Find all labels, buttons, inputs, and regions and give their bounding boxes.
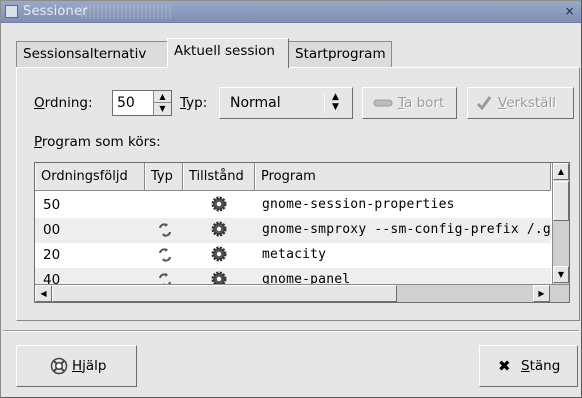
restart-icon [157,272,173,284]
order-spinbutton[interactable]: 50 ▲ ▼ [112,90,172,116]
order-value[interactable]: 50 [117,95,135,111]
column-header-order[interactable]: Ordningsföljd [35,163,145,190]
order-label: Ordning: [34,95,93,111]
table-row[interactable]: 20 metacity [35,243,551,268]
checkmark-icon [476,95,492,115]
horizontal-scroll-thumb[interactable] [52,285,397,302]
table-row[interactable]: 00 gnome-smproxy --sm-config-prefix /.g [35,218,551,243]
order-cell: 50 [43,197,61,213]
combo-arrows-icon: ▲ ▼ [332,92,339,112]
program-cell: gnome-panel [262,272,351,284]
restart-icon [157,222,173,242]
close-button[interactable]: ✖ Stäng [479,345,578,387]
vertical-scrollbar[interactable]: ▲ ▼ [552,163,569,284]
programs-table[interactable]: Ordningsföljd Typ Tillstånd Program 50 g… [34,162,570,303]
horizontal-scrollbar[interactable]: ◀ ▶ [35,284,569,302]
title-grip [81,5,171,19]
order-cell: 20 [43,247,61,263]
window-menu-icon[interactable] [5,5,18,18]
type-value: Normal [230,95,281,111]
scroll-down-icon[interactable]: ▼ [553,266,569,283]
type-combobox[interactable]: Normal ▲ ▼ [219,87,353,119]
column-header-type[interactable]: Typ [145,163,183,190]
remove-button[interactable]: Ta bort [362,87,457,119]
apply-button[interactable]: Verkställ [467,87,574,119]
order-cell: 00 [43,222,61,238]
gear-icon [211,221,227,241]
table-row[interactable]: 50 gnome-session-properties [35,193,551,218]
tab-label: Startprogram [295,46,386,62]
tab-label: Sessionsalternativ [23,46,147,62]
gear-icon [211,271,227,284]
tab-label: Aktuell session [174,43,275,59]
combo-separator [324,93,325,113]
title-bar[interactable]: Sessioner × [1,1,581,23]
help-button[interactable]: Hjälp [16,345,137,387]
program-cell: gnome-smproxy --sm-config-prefix /.g [262,222,551,237]
sessions-window: Sessioner × Sessionsalternativ Aktuell s… [0,0,582,398]
table-header: Ordningsföljd Typ Tillstånd Program [35,163,551,191]
tab-current-session[interactable]: Aktuell session [167,38,289,68]
lifebuoy-icon [50,357,68,379]
order-cell: 40 [43,272,61,284]
restart-icon [157,247,173,267]
gear-icon [211,196,227,216]
scroll-right-icon[interactable]: ▶ [533,285,550,302]
scroll-left-icon[interactable]: ◀ [35,285,52,302]
remove-icon [373,97,393,113]
gear-icon [211,246,227,266]
spin-up-icon[interactable]: ▲ [154,91,171,103]
scroll-up-icon[interactable]: ▲ [553,163,569,180]
table-row[interactable]: 40 gnome-panel [35,268,551,284]
tab-startup-programs[interactable]: Startprogram [288,41,392,67]
program-cell: metacity [262,247,327,262]
close-x-icon: ✖ [498,357,511,375]
column-header-program[interactable]: Program [255,163,551,190]
close-window-icon[interactable]: × [562,4,577,19]
type-label: Typ: [180,95,208,111]
spin-down-icon[interactable]: ▼ [154,103,171,115]
dialog-separator [3,330,579,332]
spin-buttons: ▲ ▼ [153,91,171,115]
column-header-state[interactable]: Tillstånd [183,163,255,190]
running-programs-label: Program som körs: [34,134,161,150]
tab-session-options[interactable]: Sessionsalternativ [16,41,168,67]
vertical-scroll-thumb[interactable] [553,181,569,221]
window-title: Sessioner [23,4,88,19]
program-cell: gnome-session-properties [262,197,455,212]
